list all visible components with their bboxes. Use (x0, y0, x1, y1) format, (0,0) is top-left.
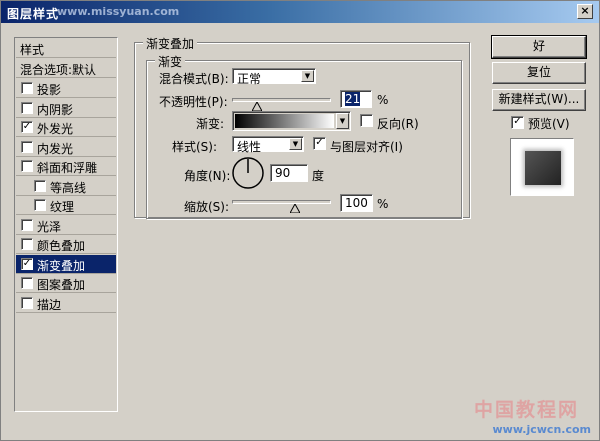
styles-list-checkbox[interactable] (21, 160, 33, 172)
styles-list-checkbox[interactable] (21, 82, 33, 94)
gradient-picker[interactable]: ▼ (232, 111, 351, 131)
angle-dial[interactable] (231, 156, 265, 190)
degree-label: 度 (312, 169, 325, 183)
style-preview (510, 138, 574, 196)
styles-list-item-color-overlay[interactable]: 颜色叠加 (16, 235, 116, 254)
ok-button[interactable]: 好 (491, 35, 587, 59)
chevron-down-icon: ▼ (336, 113, 349, 129)
blend-mode-select[interactable]: 正常 ▼ (232, 68, 316, 86)
styles-list-checkbox[interactable] (21, 277, 33, 289)
styles-list-checkbox[interactable] (34, 179, 46, 192)
scale-slider[interactable] (232, 200, 331, 204)
blending-options-item[interactable]: 混合选项:默认 (16, 59, 116, 78)
title-bar[interactable]: 图层样式 www.missyuan.com × (1, 1, 599, 23)
styles-list-label: 等高线 (50, 180, 87, 195)
reverse-checkbox[interactable] (360, 114, 373, 127)
styles-list-label: 描边 (37, 297, 62, 312)
scale-percent: % (377, 197, 389, 211)
gradient-sub-legend: 渐变 (155, 53, 186, 70)
styles-list: 样式 混合选项:默认 投影 内阴影 ✓ 外发光 内发光 斜面和浮雕 等高线 纹理 光泽 颜色叠加 ✓… (14, 37, 118, 412)
scale-input[interactable]: 100 (340, 194, 373, 212)
styles-list-checkbox[interactable]: ✓ (21, 121, 33, 133)
align-with-layer-checkbox[interactable]: ✓ (313, 137, 326, 150)
styles-list-checkbox[interactable]: ✓ (21, 257, 33, 270)
title-watermark: www.missyuan.com (57, 5, 180, 18)
styles-list-label: 斜面和浮雕 (37, 161, 98, 175)
chevron-down-icon: ▼ (289, 138, 302, 150)
chevron-down-icon: ▼ (301, 70, 314, 82)
styles-list-label: 光泽 (37, 219, 62, 234)
angle-label: 角度(N): (184, 169, 231, 183)
gradient-preview (235, 114, 334, 128)
layer-style-dialog: 图层样式 www.missyuan.com × 样式 混合选项:默认 投影内阴影… (0, 0, 600, 441)
opacity-slider-thumb[interactable] (252, 102, 262, 111)
styles-list-item-pattern-overlay[interactable]: 图案叠加 (16, 274, 116, 293)
styles-list-item-bevel-emboss[interactable]: 斜面和浮雕 (16, 157, 116, 176)
gradient-overlay-legend: 渐变叠加 (143, 35, 198, 52)
styles-list-header[interactable]: 样式 (16, 39, 116, 58)
styles-list-label: 内阴影 (37, 102, 74, 117)
blend-mode-label: 混合模式(B): (159, 72, 229, 86)
styles-list-checkbox[interactable] (21, 218, 33, 231)
align-with-layer-label: 与图层对齐(I) (330, 140, 403, 154)
styles-list-checkbox[interactable] (21, 238, 33, 250)
opacity-percent: % (377, 93, 389, 107)
styles-list-item-gradient-overlay[interactable]: ✓ 渐变叠加 (16, 254, 116, 274)
styles-list-item-stroke[interactable]: 描边 (16, 294, 116, 313)
styles-list-checkbox[interactable] (21, 296, 33, 309)
scale-label: 缩放(S): (184, 200, 230, 214)
style-select[interactable]: 线性 ▼ (232, 136, 304, 154)
styles-list-item-texture[interactable]: 纹理 (16, 196, 116, 215)
new-style-button[interactable]: 新建样式(W)... (492, 89, 586, 111)
styles-list-label: 投影 (37, 83, 62, 97)
style-label: 样式(S): (172, 140, 218, 154)
styles-list-item-satin[interactable]: 光泽 (16, 216, 116, 235)
styles-list-item-inner-glow[interactable]: 内发光 (16, 138, 116, 157)
styles-list-label: 纹理 (50, 200, 75, 214)
opacity-input[interactable]: 21 (340, 90, 372, 108)
opacity-label: 不透明性(P): (159, 95, 228, 109)
opacity-slider[interactable] (232, 98, 331, 102)
close-button[interactable]: × (577, 4, 593, 19)
angle-input[interactable]: 90 (270, 164, 308, 182)
styles-list-label: 内发光 (37, 141, 74, 156)
preview-square (525, 151, 561, 185)
reset-button[interactable]: 复位 (492, 62, 586, 84)
window-title: 图层样式 (7, 7, 60, 21)
styles-list-label: 图案叠加 (37, 278, 86, 292)
gradient-label: 渐变: (196, 117, 225, 131)
styles-list-item-contour[interactable]: 等高线 (16, 177, 116, 196)
styles-list-label: 渐变叠加 (37, 258, 86, 273)
styles-list-checkbox[interactable] (21, 140, 33, 153)
styles-list-checkbox[interactable] (34, 199, 46, 211)
styles-list-label: 颜色叠加 (37, 239, 86, 253)
styles-list-label: 外发光 (37, 122, 74, 136)
reverse-label: 反向(R) (377, 117, 419, 131)
preview-checkbox[interactable]: ✓ (511, 116, 524, 129)
scale-slider-thumb[interactable] (290, 204, 300, 213)
preview-label: 预览(V) (528, 117, 570, 131)
styles-list-item-inner-shadow[interactable]: 内阴影 (16, 99, 116, 118)
styles-list-item-outer-glow[interactable]: ✓ 外发光 (16, 118, 116, 137)
styles-list-checkbox[interactable] (21, 101, 33, 114)
styles-list-item-drop-shadow[interactable]: 投影 (16, 79, 116, 98)
